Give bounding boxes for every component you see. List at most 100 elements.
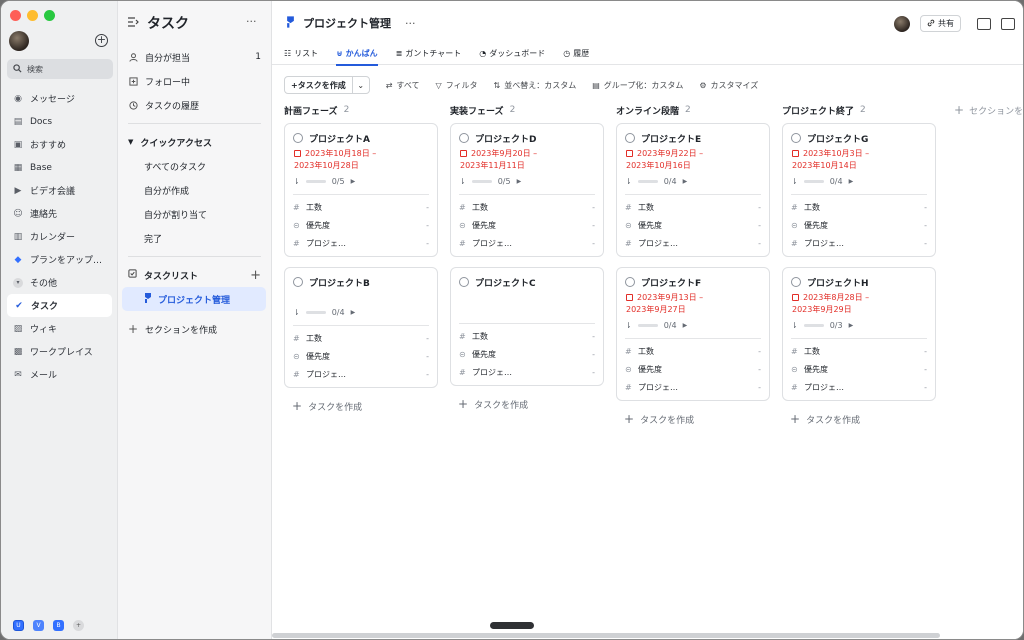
task-field[interactable]: # プロジェ… - <box>791 378 927 396</box>
sidebar-item-recommend[interactable]: ▣ おすすめ <box>1 133 118 156</box>
sidebar-item-history[interactable]: タスクの履歴 <box>118 93 271 117</box>
task-field[interactable]: ⊝ 優先度 - <box>459 216 595 234</box>
app-b-icon[interactable]: B <box>53 620 64 631</box>
subtask-progress[interactable]: ⇂ 0/5 ▶ <box>459 174 595 188</box>
app-u-icon[interactable]: U <box>13 620 24 631</box>
sidebar-item-task-check[interactable]: ✔ タスク <box>7 294 112 317</box>
sidebar-item-done[interactable]: 完了 <box>118 226 271 250</box>
task-date[interactable]: 2023年9月13日 – 2023年9月27日 <box>625 292 761 316</box>
create-section-button[interactable]: + セクションを作成 <box>118 317 271 341</box>
complete-checkbox[interactable] <box>293 133 303 143</box>
task-field[interactable]: ⊝ 優先度 - <box>791 216 927 234</box>
subtask-progress[interactable]: ⇂ 0/5 ▶ <box>293 174 429 188</box>
task-field[interactable]: # 工数 - <box>625 198 761 216</box>
add-task-button[interactable]: + タスクを作成 <box>450 396 604 412</box>
task-field[interactable]: ⊝ 優先度 - <box>791 360 927 378</box>
sidebar-item-contacts[interactable]: ☺ 連絡先 <box>1 202 118 225</box>
sidebar-item-workplace[interactable]: ▩ ワークプレイス <box>1 340 118 363</box>
subtask-progress[interactable]: ⇂ 0/4 ▶ <box>625 174 761 188</box>
all-filter-button[interactable]: ⇄ すべて <box>386 80 420 91</box>
complete-checkbox[interactable] <box>459 133 469 143</box>
tab-list[interactable]: ☷ リスト <box>284 41 318 65</box>
task-card[interactable]: プロジェクトA 2023年10月18日 – 2023年10月28日 ⇂ 0/5 … <box>284 123 438 257</box>
sidebar-toggle-icon[interactable] <box>128 16 139 30</box>
subtask-progress[interactable]: ⇂ 0/4 ▶ <box>293 305 429 319</box>
task-card[interactable]: プロジェクトB ⇂ 0/4 ▶ # 工数 - ⊝ 優先度 - # プロジェ… - <box>284 267 438 388</box>
scroll-thumb[interactable] <box>490 622 534 629</box>
sidebar-item-project-management[interactable]: プロジェクト管理 <box>122 287 266 311</box>
tab-kanban[interactable]: ⊎ かんばん <box>336 41 378 66</box>
sidebar-item-docs[interactable]: ▤ Docs <box>1 110 118 133</box>
sidebar-item-created[interactable]: 自分が作成 <box>118 178 271 202</box>
complete-checkbox[interactable] <box>791 133 801 143</box>
sidebar-item-mail[interactable]: ✉ メール <box>1 363 118 386</box>
column-header[interactable]: 計画フェーズ 2 <box>284 101 438 119</box>
sidebar-item-diamond[interactable]: ◆ プランをアップ… <box>1 248 118 271</box>
tab-gantt[interactable]: ≣ ガントチャート <box>396 41 462 65</box>
task-field[interactable]: # プロジェ… - <box>293 234 429 252</box>
task-field[interactable]: # プロジェ… - <box>791 234 927 252</box>
share-button[interactable]: 共有 <box>920 15 961 32</box>
complete-checkbox[interactable] <box>293 277 303 287</box>
task-field[interactable]: # 工数 - <box>293 198 429 216</box>
create-task-button[interactable]: + タスクを作成 ⌄ <box>284 76 370 94</box>
column-header[interactable]: プロジェクト終了 2 <box>782 101 936 119</box>
app-v-icon[interactable]: V <box>33 620 44 631</box>
sidebar-item-wiki[interactable]: ▨ ウィキ <box>1 317 118 340</box>
minimize-window-button[interactable] <box>27 10 38 21</box>
task-field[interactable]: # 工数 - <box>459 327 595 345</box>
task-date[interactable]: 2023年9月20日 – 2023年11月11日 <box>459 148 595 172</box>
add-task-button[interactable]: + タスクを作成 <box>284 398 438 414</box>
task-field[interactable]: ⊝ 優先度 - <box>293 347 429 365</box>
search-input[interactable]: 検索 <box>7 59 113 79</box>
task-field[interactable]: # プロジェ… - <box>625 234 761 252</box>
sidebar-item-collapse[interactable]: ▾ その他 <box>1 271 118 294</box>
task-date[interactable]: 2023年8月28日 – 2023年9月29日 <box>791 292 927 316</box>
more-icon[interactable]: ··· <box>246 15 257 28</box>
add-section-button[interactable]: + セクションを <box>954 101 1023 119</box>
chevron-down-icon[interactable]: ⌄ <box>353 81 369 90</box>
task-card[interactable]: プロジェクトF 2023年9月13日 – 2023年9月27日 ⇂ 0/4 ▶ … <box>616 267 770 401</box>
avatar[interactable] <box>9 31 29 51</box>
task-field[interactable]: # 工数 - <box>791 342 927 360</box>
sidebar-item-video[interactable]: ▶ ビデオ会議 <box>1 179 118 202</box>
new-plus-icon[interactable]: + <box>95 34 108 47</box>
subtask-progress[interactable]: ⇂ 0/4 ▶ <box>625 318 761 332</box>
task-field[interactable]: ⊝ 優先度 - <box>625 360 761 378</box>
task-card[interactable]: プロジェクトC # 工数 - ⊝ 優先度 - # プロジェ… - <box>450 267 604 386</box>
task-card[interactable]: プロジェクトE 2023年9月22日 – 2023年10月16日 ⇂ 0/4 ▶… <box>616 123 770 257</box>
column-header[interactable]: 実装フェーズ 2 <box>450 101 604 119</box>
task-field[interactable]: # 工数 - <box>791 198 927 216</box>
task-field[interactable]: # プロジェ… - <box>459 363 595 381</box>
sidebar-item-base[interactable]: ▦ Base <box>1 156 118 179</box>
complete-checkbox[interactable] <box>791 277 801 287</box>
tab-dashboard[interactable]: ◔ ダッシュボード <box>479 41 545 65</box>
customize-button[interactable]: ⚙ カスタマイズ <box>699 80 758 91</box>
sidebar-item-assigned-by-me[interactable]: 自分が割り当て <box>118 202 271 226</box>
add-app-icon[interactable]: + <box>73 620 84 631</box>
task-card[interactable]: プロジェクトG 2023年10月3日 – 2023年10月14日 ⇂ 0/4 ▶… <box>782 123 936 257</box>
sidebar-item-assigned[interactable]: 自分が担当 1 <box>118 45 271 69</box>
task-date[interactable]: 2023年9月22日 – 2023年10月16日 <box>625 148 761 172</box>
task-date[interactable]: 2023年10月18日 – 2023年10月28日 <box>293 148 429 172</box>
add-tasklist-icon[interactable]: + <box>250 268 261 283</box>
horizontal-scrollbar[interactable] <box>272 633 940 638</box>
task-card[interactable]: プロジェクトH 2023年8月28日 – 2023年9月29日 ⇂ 0/3 ▶ … <box>782 267 936 401</box>
tab-history[interactable]: ◷ 履歴 <box>563 41 589 65</box>
task-field[interactable]: # 工数 - <box>459 198 595 216</box>
more-icon[interactable]: ··· <box>405 17 416 30</box>
fullscreen-icon[interactable] <box>977 17 991 30</box>
complete-checkbox[interactable] <box>625 133 635 143</box>
task-field[interactable]: # 工数 - <box>293 329 429 347</box>
task-field[interactable]: # プロジェ… - <box>459 234 595 252</box>
task-field[interactable]: # プロジェ… - <box>293 365 429 383</box>
subtask-progress[interactable]: ⇂ 0/4 ▶ <box>791 174 927 188</box>
subtask-progress[interactable]: ⇂ 0/3 ▶ <box>791 318 927 332</box>
sidebar-item-calendar[interactable]: ▥ カレンダー <box>1 225 118 248</box>
sidebar-item-following[interactable]: フォロー中 <box>118 69 271 93</box>
quick-access-header[interactable]: ▼ クイックアクセス <box>118 130 271 154</box>
task-field[interactable]: ⊝ 優先度 - <box>293 216 429 234</box>
group-button[interactable]: ▤ グループ化：カスタム <box>592 80 683 91</box>
tasklist-header[interactable]: タスクリスト + <box>118 263 271 287</box>
sort-button[interactable]: ⇅ 並べ替え：カスタム <box>494 80 577 91</box>
